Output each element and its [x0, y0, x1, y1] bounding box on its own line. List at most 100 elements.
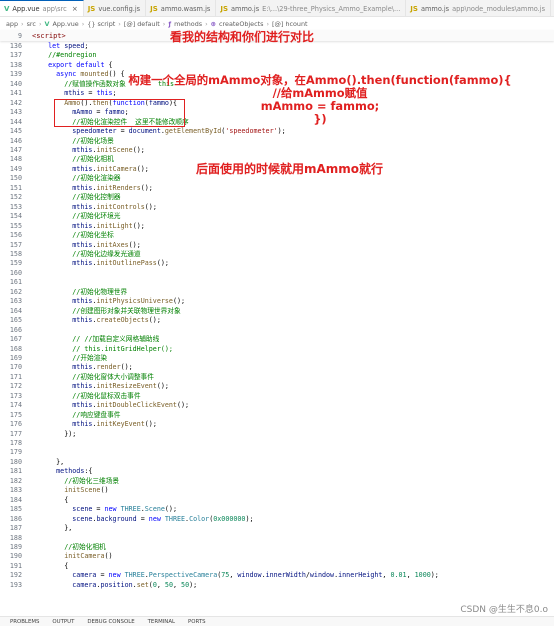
code-line[interactable]: 169 //开始渲染 [0, 354, 554, 363]
code-line[interactable]: 179 [0, 448, 554, 457]
code-line[interactable]: 137 //#endregion [0, 51, 554, 60]
tab-label: ammo.wasm.js [160, 4, 211, 13]
code-line[interactable]: 154 //初始化环境光 [0, 212, 554, 221]
line-number: 183 [9, 486, 22, 495]
breadcrumb-item[interactable]: createObjects [219, 20, 263, 28]
code-token: //初始化窗体大小调整事件 [32, 372, 154, 381]
code-token: (); [136, 164, 149, 173]
symbol-icon: ⊕ [210, 19, 217, 28]
code-token: mthis [32, 401, 93, 410]
code-line[interactable]: 175 //响应键盘事件 [0, 411, 554, 420]
code-token: //初始化物理世界 [32, 287, 128, 296]
code-line[interactable]: 187 }, [0, 524, 554, 533]
editor-tab[interactable]: JS ammo.js E:\...\29-three_Physics_Ammo_Ex… [216, 0, 407, 16]
code-text: scene = new THREE.Scene(); [32, 505, 177, 514]
code-line[interactable]: 161 [0, 278, 554, 287]
code-token: initScene [32, 486, 101, 495]
code-line[interactable]: 172 mthis.initResizeEvent(); [0, 382, 554, 391]
breadcrumb-item[interactable]: methods [174, 20, 202, 28]
code-token: mthis [32, 420, 93, 429]
code-line[interactable]: 178 [0, 439, 554, 448]
code-line[interactable]: 155 mthis.initLight(); [0, 222, 554, 231]
code-line[interactable]: 159 mthis.initOutlinePass(); [0, 259, 554, 268]
code-line[interactable]: 186 scene.background = new THREE.Color(0… [0, 515, 554, 524]
code-line[interactable]: 160 [0, 269, 554, 278]
panel-tab[interactable]: PROBLEMS [10, 619, 39, 625]
code-line[interactable]: 145 speedometer = document.getElementByI… [0, 127, 554, 136]
code-line[interactable]: 177 }); [0, 430, 554, 439]
code-line[interactable]: 188 [0, 534, 554, 543]
breadcrumb-item[interactable]: App.vue [52, 20, 78, 28]
code-line[interactable]: 189 //初始化相机 [0, 543, 554, 552]
code-token: new [104, 505, 121, 514]
code-line[interactable]: 163 mthis.initPhysicsUniverse(); [0, 297, 554, 306]
code-line[interactable]: 164 //创建图形对象并关联物理世界对象 [0, 307, 554, 316]
code-line[interactable]: 192 camera = new THREE.PerspectiveCamera… [0, 571, 554, 580]
code-line[interactable]: 158 //初始化边缘发光通道 [0, 250, 554, 259]
code-line[interactable]: 157 mthis.initAxes(); [0, 241, 554, 250]
breadcrumb-item[interactable]: src [27, 20, 36, 28]
line-number: 185 [9, 505, 22, 514]
code-line[interactable]: 171 //初始化窗体大小调整事件 [0, 373, 554, 382]
code-token: ; [84, 42, 93, 50]
code-line[interactable]: 153 mthis.initControls(); [0, 203, 554, 212]
code-line[interactable]: 190 initCamera() [0, 552, 554, 561]
code-line[interactable]: 165 mthis.createObjects(); [0, 316, 554, 325]
code-line[interactable]: 176 mthis.initKeyEvent(); [0, 420, 554, 429]
code-text: { [32, 496, 68, 505]
line-number: 140 [9, 79, 22, 88]
code-line[interactable]: 166 [0, 326, 554, 335]
code-token: , [406, 571, 415, 580]
code-line[interactable]: 167 // //加载自定义网格辅助线 [0, 335, 554, 344]
breadcrumb-item[interactable]: {} script [87, 20, 115, 28]
code-line[interactable]: 181 methods:{ [0, 467, 554, 476]
code-text: }, [32, 524, 72, 533]
code-line[interactable]: 182 //初始化三维场景 [0, 477, 554, 486]
code-line[interactable]: 185 scene = new THREE.Scene(); [0, 505, 554, 514]
annotation-compare-structure: 看我的结构和你们进行对比 [170, 30, 315, 44]
code-line[interactable]: 138 export default { [0, 61, 554, 70]
code-line[interactable]: 146 //初始化场景 [0, 137, 554, 146]
panel-tab[interactable]: DEBUG CONSOLE [87, 619, 134, 625]
code-line[interactable]: 180 }, [0, 458, 554, 467]
method-icon: ƒ [168, 19, 172, 28]
editor-tab[interactable]: JS vue.config.js [84, 0, 147, 16]
editor-tab[interactable]: JS ammo.wasm.js [146, 0, 217, 16]
code-line[interactable]: 184 { [0, 496, 554, 505]
code-text: mthis.createObjects(); [32, 316, 161, 325]
code-line[interactable]: 193 camera.position.set(0, 50, 50); [0, 581, 554, 590]
code-line[interactable]: 162 //初始化物理世界 [0, 288, 554, 297]
code-line[interactable]: 152 //初始化控制器 [0, 193, 554, 202]
annotation-use-mammo: 后面使用的时候就用mAmmo就行 [196, 162, 384, 176]
code-token: { [108, 60, 113, 69]
close-icon[interactable]: × [72, 5, 78, 13]
editor-tab[interactable]: JS ammo.js app\node_modules\ammo.js [406, 0, 552, 16]
breadcrumb-item[interactable]: [@] default [124, 20, 160, 28]
code-token: = [140, 514, 149, 523]
panel-tab[interactable]: PORTS [188, 619, 206, 625]
code-token: Scene [144, 505, 165, 514]
tab-label: ammo.js [420, 4, 450, 13]
code-line[interactable]: 151 mthis.initRenders(); [0, 184, 554, 193]
code-token: //初始化三维场景 [32, 476, 120, 485]
code-line[interactable]: 168 // this.initGridHelper(); [0, 345, 554, 354]
chevron-right-icon: › [205, 19, 208, 28]
breadcrumb-item[interactable]: app [6, 20, 18, 28]
code-line[interactable]: 191 { [0, 562, 554, 571]
code-line[interactable]: 183 initScene() [0, 486, 554, 495]
code-token: initDoubleClickEvent [96, 401, 177, 410]
editor-tab[interactable]: V App.vue app\src × [0, 0, 84, 16]
code-text: initScene() [32, 486, 108, 495]
code-line[interactable]: 156 //初始化坐标 [0, 231, 554, 240]
line-number: 189 [9, 543, 22, 552]
code-token: THREE [120, 505, 141, 514]
code-token: document [128, 127, 161, 136]
code-line[interactable]: 173 //初始化鼠标双击事件 [0, 392, 554, 401]
code-line[interactable]: 170 mthis.render(); [0, 363, 554, 372]
code-token: 0x000000 [213, 514, 246, 523]
panel-tab[interactable]: TERMINAL [148, 619, 175, 625]
breadcrumb-item[interactable]: [@] hcount [272, 20, 308, 28]
code-line[interactable]: 174 mthis.initDoubleClickEvent(); [0, 401, 554, 410]
code-token: //初始化相机 [32, 155, 114, 164]
panel-tab[interactable]: OUTPUT [52, 619, 74, 625]
